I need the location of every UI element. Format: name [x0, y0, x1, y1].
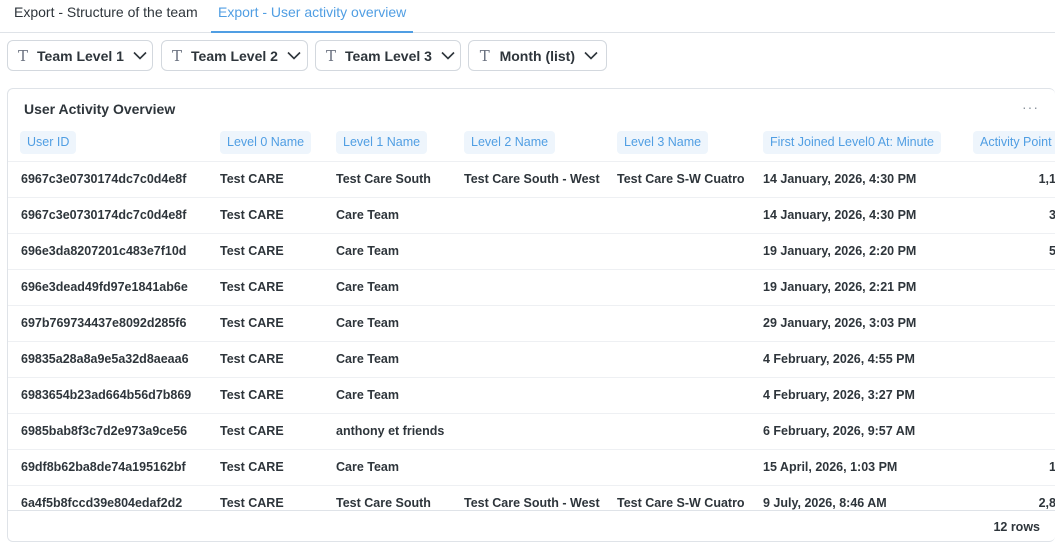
- cell-user-id: 696e3dead49fd97e1841ab6e: [21, 280, 188, 294]
- table-row[interactable]: 696e3da8207201c483e7f10d Test CARE Care Te…: [8, 233, 1055, 269]
- cell-level-1-name: Care Team: [336, 388, 399, 402]
- filter-label: Month (list): [499, 47, 575, 64]
- text-type-icon: T: [172, 46, 183, 65]
- card-title: User Activity Overview: [24, 101, 176, 117]
- column-header-user-id[interactable]: User ID: [20, 131, 77, 154]
- cell-level-0-name: Test CARE: [220, 316, 284, 330]
- cell-level-1-name: Care Team: [336, 460, 399, 474]
- text-type-icon: T: [326, 46, 337, 65]
- column-header-level-3-name[interactable]: Level 3 Name: [617, 131, 709, 154]
- cell-user-id: 6967c3e0730174dc7c0d4e8f: [21, 172, 187, 186]
- cell-activity-point: 1: [948, 450, 1055, 486]
- filter-team-level-1[interactable]: T Team Level 1: [7, 40, 153, 71]
- cell-first-joined: 29 January, 2026, 3:03 PM: [763, 316, 917, 330]
- cell-first-joined: 4 February, 2026, 3:27 PM: [763, 388, 915, 402]
- tab-export-user-activity[interactable]: Export - User activity overview: [211, 0, 414, 33]
- cell-activity-point: [948, 306, 1055, 342]
- cell-user-id: 69835a28a8a9e5a32d8aeaa6: [21, 352, 189, 366]
- filter-label: Team Level 1: [37, 47, 124, 64]
- cell-activity-point: 1,1: [1038, 172, 1055, 186]
- cell-level-3-name: Test Care S-W Cuatro: [617, 172, 745, 186]
- row-count: 12 rows: [993, 520, 1040, 534]
- cell-level-0-name: Test CARE: [220, 388, 284, 402]
- cell-first-joined: 4 February, 2026, 4:55 PM: [763, 352, 915, 366]
- cell-activity-point: 3: [948, 198, 1055, 234]
- cell-level-0-name: Test CARE: [220, 280, 284, 294]
- text-type-icon: T: [18, 46, 29, 65]
- table-row[interactable]: 697b769734437e8092d285f6 Test CARE Care Te…: [8, 305, 1055, 341]
- chevron-down-icon: [287, 51, 301, 61]
- cell-level-0-name: Test CARE: [220, 208, 284, 222]
- cell-level-2-name: Test Care South - West: [464, 172, 600, 186]
- filter-team-level-3[interactable]: T Team Level 3: [315, 40, 461, 71]
- table-footer: 12 rows: [8, 510, 1055, 541]
- cell-activity-point: [948, 414, 1055, 450]
- column-header-activity-point[interactable]: Activity Point: [973, 131, 1055, 154]
- filter-month-list[interactable]: T Month (list): [468, 40, 607, 71]
- table-row[interactable]: 69835a28a8a9e5a32d8aeaa6 Test CARE Care Te…: [8, 341, 1055, 377]
- cell-level-1-name: Care Team: [336, 316, 399, 330]
- table-row[interactable]: 6967c3e0730174dc7c0d4e8f Test CARE Test Ca…: [8, 161, 1055, 197]
- filter-label: Team Level 2: [191, 47, 278, 64]
- chevron-down-icon: [441, 51, 455, 61]
- table-row[interactable]: 6967c3e0730174dc7c0d4e8f Test CARE Care Te…: [8, 197, 1055, 233]
- cell-first-joined: 6 February, 2026, 9:57 AM: [763, 424, 916, 438]
- cell-user-id: 69df8b62ba8de74a195162bf: [21, 460, 186, 474]
- cell-user-id: 697b769734437e8092d285f6: [21, 316, 187, 330]
- filter-label: Team Level 3: [345, 47, 432, 64]
- user-activity-card: User Activity Overview ··· User ID Level…: [7, 88, 1055, 542]
- more-options-icon[interactable]: ···: [1022, 99, 1039, 115]
- cell-level-0-name: Test CARE: [220, 424, 284, 438]
- cell-user-id: 6967c3e0730174dc7c0d4e8f: [21, 208, 187, 222]
- cell-level-1-name: Test Care South: [336, 172, 431, 186]
- dashboard-tabs: Export - Structure of the team Export - …: [0, 0, 1055, 33]
- text-type-icon: T: [479, 46, 490, 65]
- cell-activity-point: [948, 378, 1055, 414]
- table-header: User ID Level 0 Name Level 1 Name Level …: [8, 131, 1055, 155]
- cell-first-joined: 15 April, 2026, 1:03 PM: [763, 460, 898, 474]
- cell-first-joined: 19 January, 2026, 2:20 PM: [763, 244, 917, 258]
- column-header-level-2-name[interactable]: Level 2 Name: [464, 131, 556, 154]
- chevron-down-icon: [584, 51, 598, 61]
- table-row[interactable]: 6983654b23ad664b56d7b869 Test CARE Care Te…: [8, 377, 1055, 413]
- cell-level-1-name: Care Team: [336, 244, 399, 258]
- table-row[interactable]: 6985bab8f3c7d2e973a9ce56 Test CARE anthony…: [8, 413, 1055, 449]
- table-row[interactable]: 696e3dead49fd97e1841ab6e Test CARE Care Te…: [8, 269, 1055, 305]
- cell-level-0-name: Test CARE: [220, 460, 284, 474]
- cell-first-joined: 14 January, 2026, 4:30 PM: [763, 172, 917, 186]
- cell-level-0-name: Test CARE: [220, 244, 284, 258]
- cell-activity-point: [948, 342, 1055, 378]
- cell-level-0-name: Test CARE: [220, 172, 284, 186]
- cell-user-id: 6985bab8f3c7d2e973a9ce56: [21, 424, 188, 438]
- cell-activity-point: [948, 270, 1055, 306]
- chevron-down-icon: [133, 51, 147, 61]
- cell-level-1-name: Care Team: [336, 352, 399, 366]
- cell-first-joined: 14 January, 2026, 4:30 PM: [763, 208, 917, 222]
- cell-user-id: 696e3da8207201c483e7f10d: [21, 244, 187, 258]
- column-header-level-0-name[interactable]: Level 0 Name: [220, 131, 312, 154]
- cell-first-joined: 19 January, 2026, 2:21 PM: [763, 280, 917, 294]
- tab-export-structure[interactable]: Export - Structure of the team: [7, 0, 205, 33]
- cell-activity-point: 5: [948, 234, 1055, 270]
- table-row[interactable]: 69df8b62ba8de74a195162bf Test CARE Care Te…: [8, 449, 1055, 485]
- column-header-level-1-name[interactable]: Level 1 Name: [336, 131, 428, 154]
- filter-team-level-2[interactable]: T Team Level 2: [161, 40, 308, 71]
- cell-level-1-name: anthony et friends: [336, 424, 445, 438]
- cell-level-1-name: Care Team: [336, 208, 399, 222]
- column-header-first-joined[interactable]: First Joined Level0 At: Minute: [763, 131, 941, 154]
- cell-user-id: 6983654b23ad664b56d7b869: [21, 388, 192, 402]
- cell-level-0-name: Test CARE: [220, 352, 284, 366]
- cell-level-1-name: Care Team: [336, 280, 399, 294]
